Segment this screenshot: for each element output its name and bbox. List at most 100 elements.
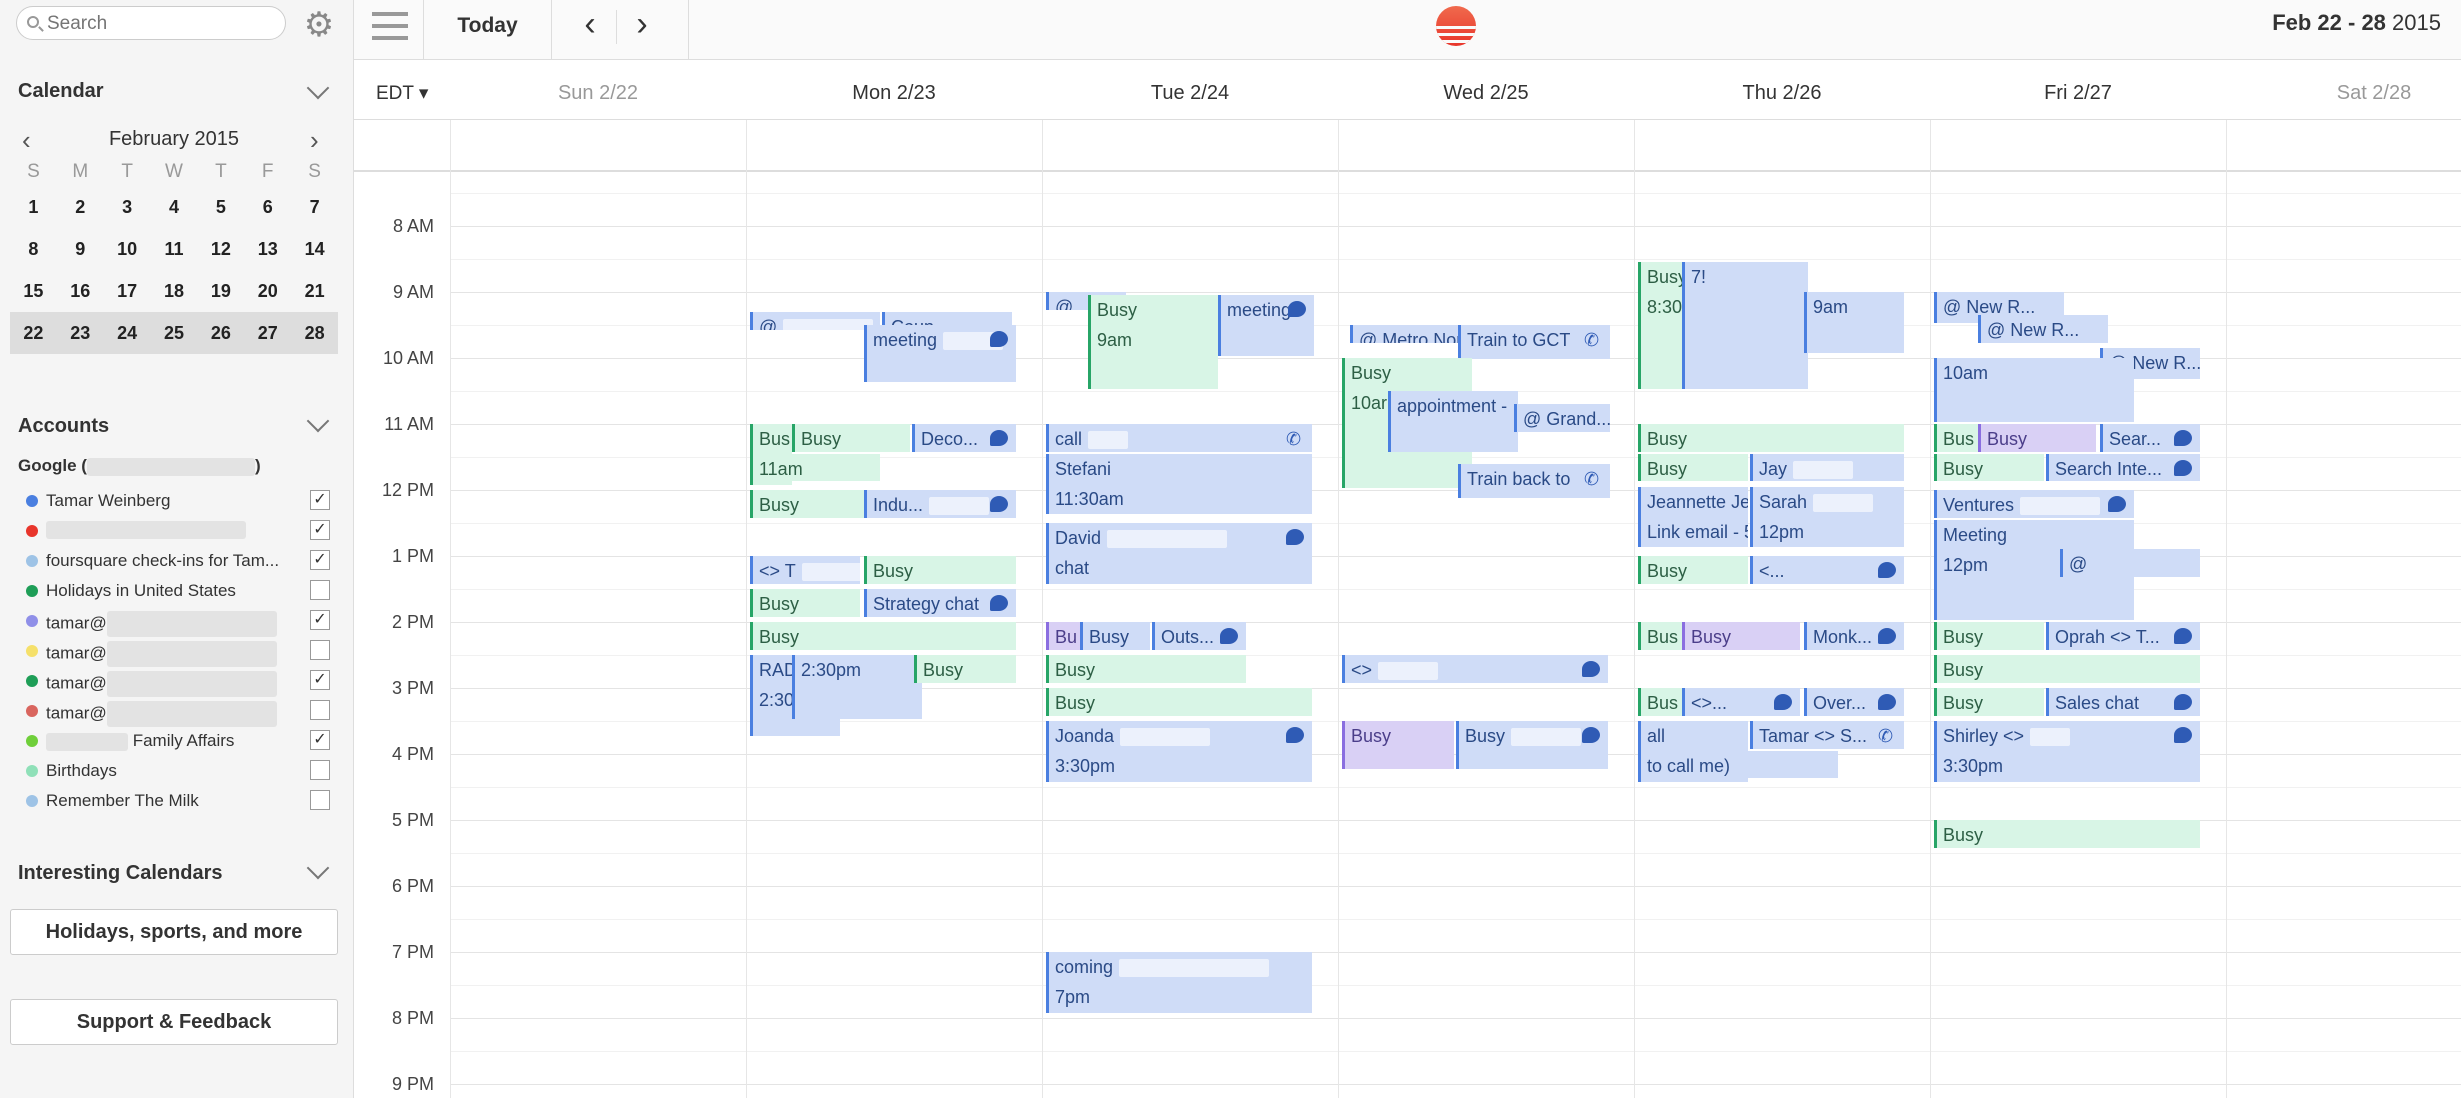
mini-day[interactable]: 8: [10, 239, 57, 260]
gear-icon[interactable]: ⚙: [302, 8, 336, 42]
calendar-event[interactable]: Busy: [1046, 655, 1246, 683]
calendar-item[interactable]: foursquare check-ins for Tam... ✓: [16, 546, 336, 576]
calendar-event[interactable]: @ New R...: [1978, 315, 2108, 343]
calendar-item[interactable]: ✓: [16, 516, 336, 546]
mini-day[interactable]: 1: [10, 197, 57, 218]
calendar-event[interactable]: <> T: [750, 556, 860, 584]
mini-day[interactable]: 28: [291, 323, 338, 344]
calendar-checkbox[interactable]: ✓: [310, 730, 330, 750]
mini-day[interactable]: 25: [151, 323, 198, 344]
day-header-tue[interactable]: Tue 2/24: [1042, 82, 1338, 105]
search-input[interactable]: [47, 13, 277, 35]
search-box[interactable]: [16, 6, 286, 40]
calendar-event[interactable]: Busy: [1682, 622, 1800, 650]
mini-day[interactable]: 14: [291, 239, 338, 260]
calendar-event[interactable]: Bus: [1638, 688, 1682, 716]
holidays-button[interactable]: Holidays, sports, and more: [10, 909, 338, 955]
mini-day[interactable]: 11: [151, 239, 198, 260]
calendar-checkbox[interactable]: [310, 760, 330, 780]
calendar-event[interactable]: 7!: [1682, 262, 1808, 389]
calendar-event[interactable]: 9am: [1804, 292, 1904, 353]
calendar-event[interactable]: Busy: [1080, 622, 1150, 650]
calendar-event[interactable]: <...: [1750, 556, 1904, 584]
calendar-checkbox[interactable]: [310, 790, 330, 810]
mini-day[interactable]: 26: [197, 323, 244, 344]
calendar-item[interactable]: Family Affairs ✓: [16, 726, 336, 756]
chevron-down-icon[interactable]: [306, 856, 330, 880]
calendar-event[interactable]: Strategy chat: [864, 589, 1016, 617]
calendar-event[interactable]: Busy: [1456, 721, 1608, 769]
day-header-sun[interactable]: Sun 2/22: [450, 82, 746, 105]
calendar-event[interactable]: meeting: [864, 325, 1016, 383]
calendar-event[interactable]: @: [2060, 549, 2200, 578]
calendar-event[interactable]: Ventures: [1934, 490, 2134, 518]
mini-day[interactable]: 10: [104, 239, 151, 260]
timezone-select[interactable]: EDT ▾: [376, 82, 428, 105]
calendar-event[interactable]: 10am: [1934, 358, 2134, 422]
calendar-event[interactable]: Indu...: [864, 490, 1016, 518]
mini-day[interactable]: 19: [197, 281, 244, 302]
calendar-event[interactable]: Busy: [1934, 820, 2200, 848]
mini-day[interactable]: 22: [10, 323, 57, 344]
calendar-event[interactable]: Busy: [750, 490, 868, 518]
calendar-item[interactable]: tamar@: [16, 636, 336, 667]
mini-next-icon[interactable]: ›: [310, 127, 319, 153]
calendar-event[interactable]: Search Inte...: [2046, 453, 2200, 482]
calendar-event[interactable]: Busy: [1342, 721, 1454, 769]
today-button[interactable]: Today: [424, 0, 552, 60]
day-header-mon[interactable]: Mon 2/23: [746, 82, 1042, 105]
mini-day[interactable]: 12: [197, 239, 244, 260]
calendar-event[interactable]: Sarah 12pm: [1750, 486, 1904, 548]
mini-day[interactable]: 2: [57, 197, 104, 218]
mini-day[interactable]: 17: [104, 281, 151, 302]
day-header-thu[interactable]: Thu 2/26: [1634, 82, 1930, 105]
calendar-checkbox[interactable]: [310, 640, 330, 660]
calendar-event[interactable]: Joanda 3:30pm: [1046, 721, 1312, 782]
calendar-event[interactable]: Busy: [914, 655, 1016, 683]
calendar-event[interactable]: meeting /: [1218, 295, 1314, 356]
mini-day[interactable]: 4: [151, 197, 198, 218]
mini-day[interactable]: 27: [244, 323, 291, 344]
mini-day[interactable]: 7: [291, 197, 338, 218]
calendar-event[interactable]: Busy: [1934, 655, 2200, 683]
mini-day[interactable]: 21: [291, 281, 338, 302]
calendar-event[interactable]: Over...: [1804, 688, 1904, 716]
calendar-event[interactable]: Busy: [1934, 453, 2044, 482]
next-week-button[interactable]: ›: [620, 0, 664, 52]
calendar-event[interactable]: Stefani 11:30am: [1046, 453, 1312, 515]
calendar-item[interactable]: tamar@: [16, 696, 336, 727]
week-grid[interactable]: 8 AM 9 AM 10 AM 11 AM 12 PM 1 PM 2 PM 3 PM 4 PM 5…: [354, 120, 2461, 1098]
calendar-event[interactable]: coming 7pm: [1046, 952, 1312, 1013]
calendar-item[interactable]: Holidays in United States: [16, 576, 336, 606]
calendar-event[interactable]: Jeannette Je Link email - 5: [1638, 486, 1748, 548]
calendar-event[interactable]: Busy: [1978, 424, 2096, 452]
calendar-item[interactable]: tamar@ ✓: [16, 666, 336, 697]
mini-day[interactable]: 6: [244, 197, 291, 218]
calendar-event[interactable]: Busy: [750, 589, 860, 617]
all-day-row[interactable]: [354, 120, 2461, 172]
mini-day[interactable]: 5: [197, 197, 244, 218]
mini-day[interactable]: 3: [104, 197, 151, 218]
day-header-fri[interactable]: Fri 2/27: [1930, 82, 2226, 105]
calendar-checkbox[interactable]: [310, 580, 330, 600]
mini-day[interactable]: 9: [57, 239, 104, 260]
calendar-event[interactable]: appointment -: [1388, 391, 1518, 452]
mini-day[interactable]: 23: [57, 323, 104, 344]
calendar-event[interactable]: call ✆: [1046, 424, 1312, 452]
chevron-down-icon[interactable]: [306, 409, 330, 433]
calendar-event[interactable]: Busy: [1934, 688, 2044, 716]
calendar-event[interactable]: Busy: [1638, 556, 1748, 584]
calendar-checkbox[interactable]: ✓: [310, 490, 330, 510]
mini-day[interactable]: 13: [244, 239, 291, 260]
mini-day[interactable]: 24: [104, 323, 151, 344]
mini-day[interactable]: 18: [151, 281, 198, 302]
calendar-event[interactable]: Oprah <> T...: [2046, 622, 2200, 650]
calendar-event[interactable]: Outs...: [1152, 622, 1246, 650]
calendar-item[interactable]: Birthdays: [16, 756, 336, 786]
calendar-event[interactable]: Bu: [1046, 622, 1080, 650]
calendar-checkbox[interactable]: ✓: [310, 520, 330, 540]
calendar-checkbox[interactable]: ✓: [310, 610, 330, 630]
calendar-event[interactable]: 11am: [750, 453, 880, 482]
calendar-event[interactable]: Busy: [792, 424, 910, 452]
calendar-event[interactable]: Sear...: [2100, 424, 2200, 452]
